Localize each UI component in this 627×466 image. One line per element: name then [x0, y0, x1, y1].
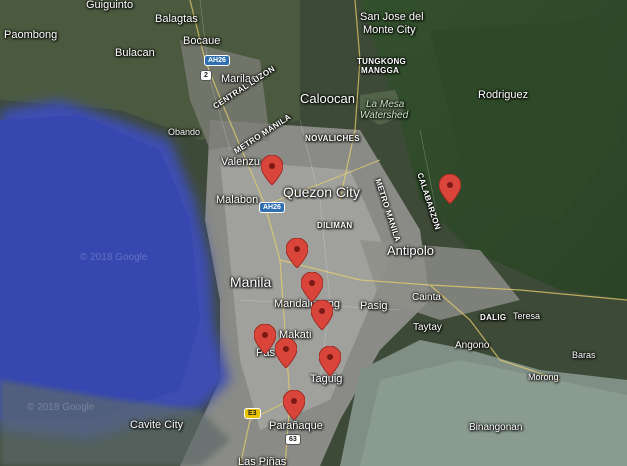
label-san-jose: San Jose del	[360, 11, 424, 23]
label-binangonan: Binangonan	[469, 422, 523, 433]
label-caloocan: Caloocan	[300, 91, 355, 106]
route-shield-63: 63	[285, 434, 301, 445]
label-tungkong: TUNGKONG	[357, 57, 407, 66]
label-paranaque: Parañaque	[269, 420, 323, 432]
label-mangga: MANGGA	[361, 66, 400, 75]
map-pin-icon[interactable]	[254, 324, 276, 354]
label-cavite-city: Cavite City	[130, 419, 184, 431]
label-novaliches: NOVALICHES	[305, 134, 360, 143]
label-obando: Obando	[168, 127, 201, 137]
label-diliman: DILIMAN	[317, 221, 353, 230]
map-pin-icon[interactable]	[261, 155, 283, 185]
label-quezon-city: Quezon City	[283, 184, 361, 200]
label-manila: Manila	[230, 274, 272, 290]
label-pasig: Pasig	[360, 300, 388, 312]
map-pin-icon[interactable]	[286, 238, 308, 268]
map-view[interactable]: Guiguinto Balagtas Paombong Bocaue Bulac…	[0, 0, 627, 466]
label-morong: Morong	[528, 372, 559, 382]
label-valenzuela: Valenzu	[221, 156, 260, 168]
label-dalig: DALIG	[480, 313, 507, 322]
label-paombong: Paombong	[4, 29, 58, 41]
label-taytay: Taytay	[413, 322, 442, 333]
label-teresa: Teresa	[513, 311, 541, 321]
route-shield-ah26-mid: AH26	[259, 202, 285, 213]
label-cainta: Cainta	[412, 292, 441, 303]
route-shield-e3: E3	[244, 408, 261, 419]
google-watermark: © 2018 Google	[80, 252, 148, 263]
label-balagtas: Balagtas	[155, 13, 198, 25]
map-base	[0, 0, 627, 466]
map-pin-icon[interactable]	[319, 346, 341, 376]
label-rodriguez: Rodriguez	[478, 89, 529, 101]
map-pin-icon[interactable]	[311, 300, 333, 330]
label-malabon: Malabon	[216, 194, 259, 206]
label-bulacan: Bulacan	[115, 47, 155, 59]
label-la-mesa: La Mesa	[366, 99, 405, 110]
label-guiguinto: Guiguinto	[86, 0, 134, 11]
route-shield-ah26: AH26	[204, 55, 230, 66]
route-shield-2: 2	[200, 70, 212, 81]
label-bocaue: Bocaue	[183, 35, 221, 47]
map-pin-icon[interactable]	[439, 174, 461, 204]
label-antipolo: Antipolo	[387, 243, 434, 258]
map-pin-icon[interactable]	[283, 390, 305, 420]
google-watermark: © 2018 Google	[27, 402, 95, 413]
label-las-pinas: Las Piñas	[238, 456, 287, 466]
map-pin-icon[interactable]	[275, 338, 297, 368]
label-watershed: Watershed	[360, 110, 409, 121]
label-baras: Baras	[572, 350, 596, 360]
label-angono: Angono	[455, 340, 490, 351]
label-monte-city: Monte City	[363, 24, 416, 36]
map-pin-icon[interactable]	[301, 272, 323, 302]
